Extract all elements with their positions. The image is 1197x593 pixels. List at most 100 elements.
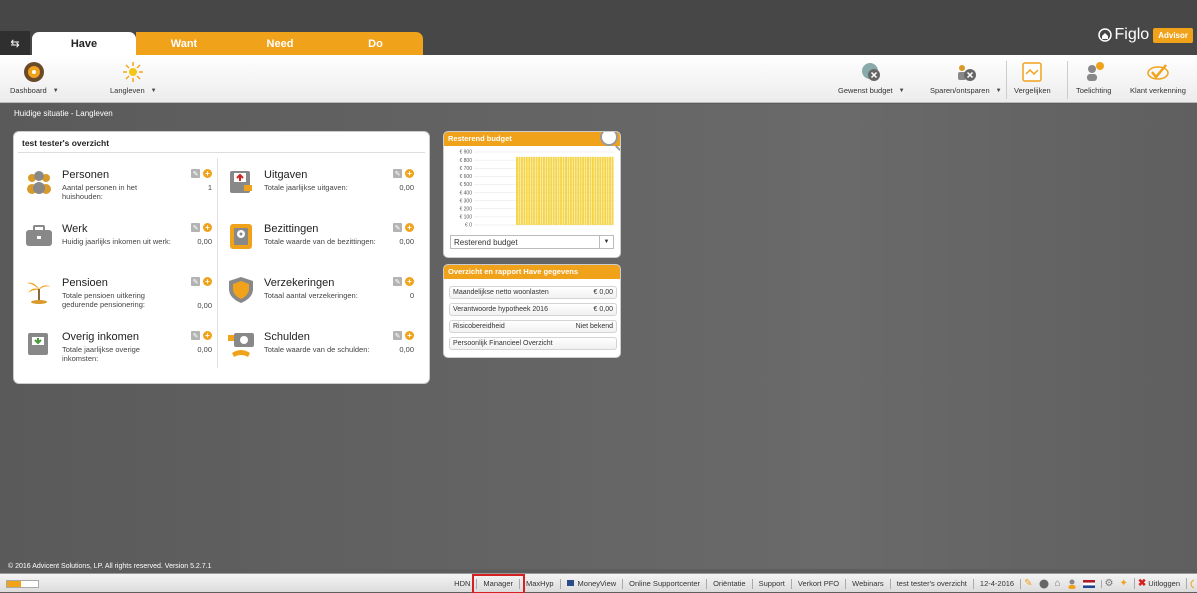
chart-bar	[520, 156, 523, 225]
add-icon[interactable]: +	[405, 331, 414, 340]
chart-bar	[550, 156, 553, 225]
debt-icon	[226, 329, 256, 359]
category-desc: Totale waarde van de schulden:	[264, 345, 370, 354]
person-info-icon	[1080, 59, 1108, 85]
footer-link-hdn[interactable]: HDN	[448, 578, 478, 589]
category-uitgaven[interactable]: Uitgaven Totale jaarlijkse uitgaven: 0,0…	[226, 167, 414, 207]
add-icon[interactable]: +	[405, 223, 414, 232]
footer-link-webinars[interactable]: Webinars	[846, 578, 891, 589]
footer-link-support[interactable]: Support	[753, 578, 792, 589]
category-overig-inkomen[interactable]: Overig inkomen Totale jaarlijkse overige…	[24, 329, 212, 369]
category-name: Werk	[62, 223, 88, 235]
gewenst-budget-button[interactable]: Gewenst budget ▼	[838, 59, 905, 95]
column-divider	[217, 158, 218, 368]
category-desc: Totale pensioen uitkering gedurende pens…	[62, 291, 145, 309]
wallet-out-icon	[226, 167, 256, 197]
chart-bar	[542, 156, 545, 225]
briefcase-icon	[24, 221, 54, 251]
help-icon[interactable]	[1187, 579, 1197, 589]
edit-icon[interactable]: ✎	[191, 223, 200, 232]
report-row[interactable]: Risicobereidheid Niet bekend	[449, 320, 617, 333]
category-personen[interactable]: Personen Aantal personen in het huishoud…	[24, 167, 212, 207]
category-pensioen[interactable]: Pensioen Totale pensioen uitkering gedur…	[24, 275, 212, 315]
progress-fill	[7, 581, 21, 587]
category-verzekeringen[interactable]: Verzekeringen Totaal aantal verzekeringe…	[226, 275, 414, 315]
category-schulden[interactable]: Schulden Totale waarde van de schulden: …	[226, 329, 414, 369]
chart-bar	[587, 156, 590, 225]
chart-bar	[601, 156, 604, 225]
category-desc: Totale waarde van de bezittingen:	[264, 237, 376, 246]
dashboard-button[interactable]: Dashboard ▼	[10, 59, 59, 95]
chart-bar	[538, 156, 541, 225]
footer-link-supportcenter[interactable]: Online Supportcenter	[623, 578, 708, 589]
tab-want[interactable]: Want	[136, 32, 232, 55]
edit-icon[interactable]: ✎	[393, 223, 402, 232]
footer-client-name[interactable]: test tester's overzicht	[891, 578, 974, 589]
klant-verkenning-button[interactable]: Klant verkenning	[1130, 59, 1186, 95]
add-icon[interactable]: +	[203, 331, 212, 340]
chart-bar	[547, 156, 550, 225]
add-icon[interactable]: +	[203, 223, 212, 232]
footer-link-verkort-pfo[interactable]: Verkort PFO	[792, 578, 847, 589]
chevron-down-icon[interactable]: ▼	[996, 88, 1002, 94]
home-icon[interactable]: ⌂	[1052, 578, 1064, 589]
edit-icon[interactable]: ✎	[191, 277, 200, 286]
footer-link-maxhyp[interactable]: MaxHyp	[520, 578, 561, 589]
edit-icon[interactable]: ✎	[191, 169, 200, 178]
globe-icon[interactable]	[1036, 579, 1052, 589]
category-value: 0,00	[197, 345, 212, 354]
tab-have[interactable]: Have	[32, 32, 136, 55]
add-icon[interactable]: +	[405, 277, 414, 286]
category-name: Uitgaven	[264, 169, 308, 181]
tools-icon[interactable]: ✦	[1117, 578, 1135, 589]
chart-bar	[557, 156, 560, 225]
category-werk[interactable]: Werk Huidig jaarlijks inkomen uit werk: …	[24, 221, 212, 261]
overview-panel: test tester's overzicht Personen Aantal …	[13, 131, 430, 384]
dutch-flag-icon[interactable]	[1080, 579, 1102, 588]
footer-date: 12-4-2016	[974, 578, 1022, 589]
budget-x-icon	[857, 59, 885, 85]
report-row[interactable]: Verantwoorde hypotheek 2016 € 0,00	[449, 303, 617, 316]
chevron-down-icon[interactable]: ▼	[899, 88, 905, 94]
user-icon[interactable]	[1064, 579, 1080, 589]
edit-icon[interactable]: ✎	[191, 331, 200, 340]
report-row[interactable]: Maandelijkse netto woonlasten € 0,00	[449, 286, 617, 299]
y-tick-label: € 100	[459, 215, 472, 221]
back-arrow-icon[interactable]: ⇆	[0, 31, 30, 55]
chevron-down-icon[interactable]: ▼	[151, 88, 157, 94]
tab-do[interactable]: Do	[328, 32, 423, 55]
tab-need[interactable]: Need	[232, 32, 328, 55]
edit-icon[interactable]: ✎	[393, 277, 402, 286]
budget-panel-title: Resterend budget	[444, 132, 620, 146]
chart-bar	[594, 156, 597, 225]
toelichting-button[interactable]: Toelichting	[1076, 59, 1111, 95]
category-desc: Aantal personen in het huishouden:	[62, 183, 138, 201]
add-icon[interactable]: +	[203, 169, 212, 178]
budget-select[interactable]: Resterend budget ▼	[450, 235, 614, 249]
shield-icon	[226, 275, 256, 305]
chevron-down-icon[interactable]: ▼	[53, 88, 59, 94]
add-icon[interactable]: +	[203, 277, 212, 286]
chart-bar	[609, 156, 612, 225]
gear-icon[interactable]: ⚙	[1102, 578, 1117, 589]
category-bezittingen[interactable]: Bezittingen Totale waarde van de bezitti…	[226, 221, 414, 261]
category-name: Personen	[62, 169, 110, 181]
vergelijken-button[interactable]: Vergelijken	[1014, 59, 1051, 95]
category-desc: Totale jaarlijkse overige inkomsten:	[62, 345, 140, 363]
chart-bar	[591, 156, 594, 225]
edit-icon[interactable]: ✎	[393, 331, 402, 340]
langleven-button[interactable]: Langleven ▼	[110, 59, 157, 95]
edit-icon[interactable]: ✎	[393, 169, 402, 178]
y-tick-label: € 500	[459, 182, 472, 188]
sparen-ontsparen-button[interactable]: Sparen/ontsparen ▼	[930, 59, 1002, 95]
logout-button[interactable]: ✖ Uitloggen	[1135, 578, 1187, 589]
footer-link-orientatie[interactable]: Oriëntatie	[707, 578, 753, 589]
footer-link-manager[interactable]: Manager	[472, 573, 525, 593]
report-row[interactable]: Persoonlijk Financieel Overzicht	[449, 337, 617, 350]
brand: Figlo Advisor	[1097, 26, 1193, 44]
chart-bar	[523, 156, 526, 225]
compare-icon	[1018, 59, 1046, 85]
add-icon[interactable]: +	[405, 169, 414, 178]
pencil-icon[interactable]: ✎	[1021, 578, 1035, 589]
footer-link-moneyview[interactable]: MoneyView	[561, 578, 624, 589]
